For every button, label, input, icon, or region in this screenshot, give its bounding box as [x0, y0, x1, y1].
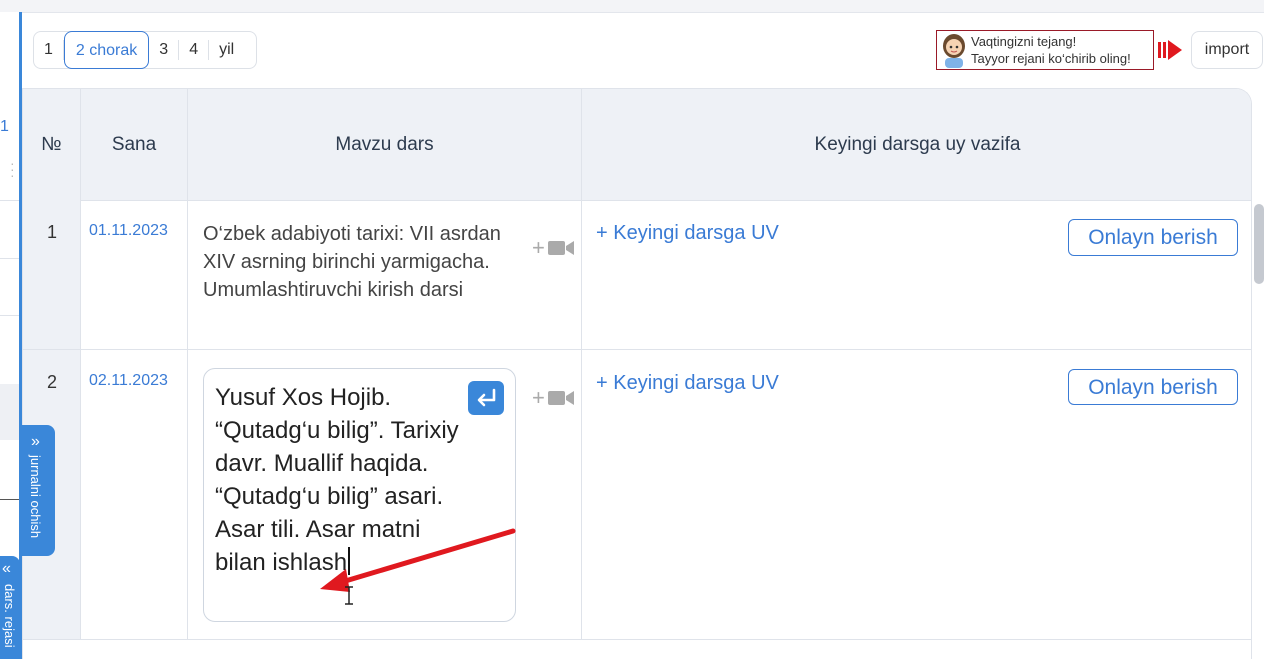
homework-cell: + Keyingi darsga UV Onlayn berish	[582, 200, 1251, 349]
top-strip	[0, 0, 1264, 13]
add-media[interactable]: +	[532, 385, 574, 410]
row-number: 1	[46, 222, 57, 242]
date-cell: 01.11.2023	[81, 200, 188, 349]
table-row: 2 02.11.2023 Yusuf Xos Hojib. “Qutadg‘u …	[23, 350, 1251, 640]
header-date: Sana	[81, 89, 188, 200]
double-chevron-icon: »	[31, 433, 40, 450]
row-number: 2	[46, 372, 57, 392]
header-topic: Mavzu dars	[188, 89, 582, 200]
double-arrow-right-icon[interactable]	[1157, 39, 1183, 61]
quarter-selector: 1 2 chorak 3 4 yil	[33, 31, 257, 69]
add-media[interactable]: +	[532, 235, 574, 260]
promo-line-2: Tayyor rejani ko‘chirib oling!	[971, 51, 1131, 66]
divider	[0, 315, 20, 316]
quarter-year[interactable]: yil	[209, 40, 244, 60]
table-header: № Sana Mavzu dars Keyingi darsga uy vazi…	[23, 89, 1251, 201]
homework-cell: + Keyingi darsga UV Onlayn berish	[582, 350, 1251, 639]
open-journal-label: jurnalni ochish	[28, 455, 43, 539]
quarter-3[interactable]: 3	[149, 40, 180, 60]
teacher-avatar-icon	[943, 34, 965, 68]
add-homework-link[interactable]: + Keyingi darsga UV	[596, 222, 779, 245]
lesson-date[interactable]: 02.11.2023	[89, 372, 168, 390]
add-homework-link[interactable]: + Keyingi darsga UV	[596, 372, 779, 395]
text-caret	[348, 547, 351, 575]
quarter-4[interactable]: 4	[179, 40, 210, 60]
divider	[0, 200, 20, 201]
video-camera-icon	[547, 241, 574, 255]
online-give-button[interactable]: Onlayn berish	[1068, 219, 1238, 256]
table-row: 1 01.11.2023 O‘zbek adabiyoti tarixi: VI…	[23, 200, 1251, 350]
topic-editor[interactable]: Yusuf Xos Hojib. “Qutadg‘u bilig”. Tarix…	[203, 368, 516, 622]
header-number: №	[23, 89, 81, 200]
quarter-1[interactable]: 1	[34, 40, 64, 60]
left-panel-highlight-row	[0, 384, 20, 440]
scrollbar-thumb[interactable]	[1254, 204, 1264, 284]
lesson-topic[interactable]: O‘zbek adabiyoti tarixi: VII asrdan XIV …	[203, 220, 523, 304]
promo-line-1: Vaqtingizni tejang!	[971, 34, 1077, 49]
quarter-2[interactable]: 2 chorak	[63, 31, 150, 69]
topic-cell: Yusuf Xos Hojib. “Qutadg‘u bilig”. Tarix…	[188, 350, 582, 639]
topic-cell[interactable]: O‘zbek adabiyoti tarixi: VII asrdan XIV …	[188, 200, 582, 349]
open-journal-tab[interactable]: » jurnalni ochish	[20, 425, 55, 556]
date-cell: 02.11.2023	[81, 350, 188, 639]
number-cell: 1	[23, 200, 81, 349]
plus-icon: +	[532, 385, 545, 410]
lesson-plan-label: dars. rejasi	[2, 584, 17, 648]
lesson-plan-tab[interactable]: « dars. rejasi	[0, 556, 20, 659]
header-homework: Keyingi darsga uy vazifa	[814, 134, 1021, 155]
divider	[0, 258, 20, 259]
enter-return-icon[interactable]	[468, 381, 504, 415]
drag-handle-icon[interactable]: · · ·	[10, 156, 15, 182]
import-button[interactable]: import	[1191, 31, 1263, 69]
promo-banner[interactable]: Vaqtingizni tejang! Tayyor rejani ko‘chi…	[936, 30, 1154, 70]
lesson-date[interactable]: 01.11.2023	[89, 222, 168, 240]
online-give-button[interactable]: Onlayn berish	[1068, 369, 1238, 405]
lessons-table: № Sana Mavzu dars Keyingi darsga uy vazi…	[22, 88, 1252, 659]
plus-icon: +	[532, 235, 545, 260]
video-camera-icon	[547, 391, 574, 405]
topic-input-text[interactable]: Yusuf Xos Hojib. “Qutadg‘u bilig”. Tarix…	[215, 381, 465, 579]
left-panel-number[interactable]: 1	[0, 118, 9, 136]
double-chevron-icon: «	[2, 560, 11, 577]
divider	[0, 499, 20, 500]
